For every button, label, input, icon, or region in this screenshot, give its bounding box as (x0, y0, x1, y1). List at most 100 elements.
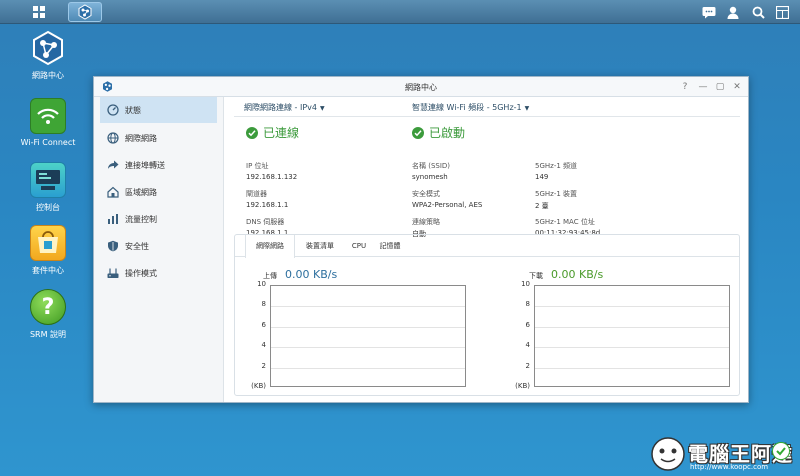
upload-rate: 上傳 0.00 KB/s (263, 268, 337, 281)
chart-gridline (271, 306, 465, 307)
security-mode-label: 安全模式 (412, 190, 440, 198)
chart-gridline (271, 368, 465, 369)
download-value: 0.00 KB/s (551, 268, 604, 281)
chat-bubble-icon (702, 6, 716, 18)
search-button[interactable] (748, 3, 768, 21)
y-tick-label: (KB) (515, 382, 530, 390)
chart-gridline (535, 368, 729, 369)
gateway-label: 閘道器 (246, 190, 267, 198)
tab-device-list[interactable]: 裝置清單 (295, 235, 345, 257)
desktop-icon-control-panel[interactable]: 控制台 (18, 162, 78, 213)
sidebar-item-operation-mode[interactable]: 操作模式 (100, 260, 217, 286)
badge-icon (772, 442, 790, 460)
user-button[interactable] (723, 3, 743, 21)
sidebar-item-traffic-control[interactable]: 流量控制 (100, 206, 217, 232)
y-tick-label: 4 (525, 341, 530, 349)
caret-down-icon: ▼ (524, 105, 530, 112)
watermark-mascot-icon (651, 437, 685, 471)
internet-status: 已連線 (246, 124, 299, 141)
internet-connection-selector[interactable]: 網際網路連線 - IPv4 ▼ (244, 102, 325, 113)
desktop-icon-network-center[interactable]: 網路中心 (18, 30, 78, 81)
forward-arrow-icon (107, 159, 119, 171)
chart-gridline (535, 306, 729, 307)
download-chart (534, 285, 730, 387)
sidebar-item-internet[interactable]: 網際網路 (100, 125, 217, 151)
notification-button[interactable] (699, 3, 719, 21)
traffic-control-icon (107, 213, 119, 225)
y-tick-label: 2 (525, 362, 530, 370)
chart-gridline (271, 347, 465, 348)
y-tick-label: 4 (261, 341, 266, 349)
network-center-icon (78, 4, 92, 20)
sidebar-item-label: 連接埠轉送 (125, 160, 165, 170)
y-tick-label: 6 (525, 321, 530, 329)
help-icon: ? (30, 289, 66, 325)
network-center-window: 網路中心 ? — ▢ ✕ 狀態 網際網路 連接埠轉送 區域網路 流量控制 安全性… (93, 76, 749, 403)
y-tick-label: 10 (257, 280, 266, 288)
y-tick-label: 8 (261, 300, 266, 308)
tab-memory[interactable]: 記憶體 (373, 235, 407, 257)
watermark: 電腦王阿達 http://www.koopc.com (650, 434, 800, 476)
window-title: 網路中心 (405, 83, 437, 92)
desktop-icon-label: 控制台 (36, 203, 60, 212)
caret-down-icon: ▼ (319, 105, 325, 112)
taskbar (0, 0, 800, 24)
divider (234, 116, 740, 117)
y-tick-label: 10 (521, 280, 530, 288)
user-icon (727, 6, 739, 19)
globe-icon (107, 132, 119, 144)
minimize-button[interactable]: — (697, 81, 709, 93)
sidebar-item-port-forwarding[interactable]: 連接埠轉送 (100, 152, 217, 178)
check-circle-icon (412, 126, 424, 139)
y-tick-label: (KB) (251, 382, 266, 390)
desktop-icon-label: SRM 說明 (29, 330, 67, 339)
y-tick-label: 6 (261, 321, 266, 329)
maximize-button[interactable]: ▢ (714, 81, 726, 93)
tab-bar: 網際網路 裝置清單 CPU 記憶體 (235, 235, 739, 258)
close-button[interactable]: ✕ (731, 81, 743, 93)
sidebar-item-label: 操作模式 (125, 268, 157, 278)
taskbar-network-center[interactable] (68, 2, 102, 22)
download-rate: 下載 0.00 KB/s (529, 268, 603, 281)
desktop-icon-label: 套件中心 (32, 266, 64, 275)
sidebar-item-label: 狀態 (125, 105, 141, 115)
window-titlebar[interactable]: 網路中心 ? — ▢ ✕ (94, 77, 748, 97)
monitor-panel: 網際網路 裝置清單 CPU 記憶體 上傳 0.00 KB/s 下載 0.00 K… (234, 234, 740, 396)
y-tick-label: 2 (261, 362, 266, 370)
desktop-icon-wifi-connect[interactable]: Wi-Fi Connect (18, 98, 78, 147)
network-center-icon (30, 30, 66, 66)
ssid-label: 名稱 (SSID) (412, 162, 451, 170)
desktop-icon-srm-help[interactable]: ? SRM 說明 (18, 289, 78, 340)
sidebar-item-label: 流量控制 (125, 214, 157, 224)
download-label: 下載 (529, 272, 543, 280)
internet-header: 網際網路連線 - IPv4 (244, 103, 317, 112)
sidebar-item-status[interactable]: 狀態 (100, 97, 217, 123)
mac-label: 5GHz-1 MAC 位址 (535, 218, 595, 226)
wifi-band-selector[interactable]: 智慧連線 Wi-Fi 頻段 - 5GHz-1 ▼ (412, 102, 529, 113)
sidebar-item-label: 安全性 (125, 241, 149, 251)
help-button[interactable]: ? (679, 81, 691, 93)
sidebar: 狀態 網際網路 連接埠轉送 區域網路 流量控制 安全性 操作模式 (94, 97, 224, 402)
devices-value: 2 臺 (535, 202, 549, 210)
internet-status-text: 已連線 (263, 126, 300, 140)
tab-cpu[interactable]: CPU (345, 235, 373, 257)
check-circle-icon (246, 126, 258, 139)
widgets-button[interactable] (772, 3, 792, 21)
sidebar-item-local-network[interactable]: 區域網路 (100, 179, 217, 205)
security-mode-value: WPA2-Personal, AES (412, 201, 483, 209)
wifi-status-text: 已啟動 (429, 126, 466, 140)
upload-value: 0.00 KB/s (285, 268, 338, 281)
desktop-icon-label: 網路中心 (32, 71, 64, 80)
ssid-value: synomesh (412, 173, 448, 181)
devices-label: 5GHz-1 裝置 (535, 190, 578, 198)
tab-internet[interactable]: 網際網路 (245, 235, 295, 258)
dns-label: DNS 伺服器 (246, 218, 285, 226)
desktop-icon-package-center[interactable]: 套件中心 (18, 225, 78, 276)
main-menu-button[interactable] (26, 2, 52, 22)
channel-label: 5GHz-1 頻道 (535, 162, 578, 170)
package-center-icon (30, 225, 66, 261)
ip-label: IP 位址 (246, 162, 269, 170)
sidebar-item-security[interactable]: 安全性 (100, 233, 217, 259)
gauge-icon (107, 104, 119, 116)
search-icon (752, 6, 765, 19)
